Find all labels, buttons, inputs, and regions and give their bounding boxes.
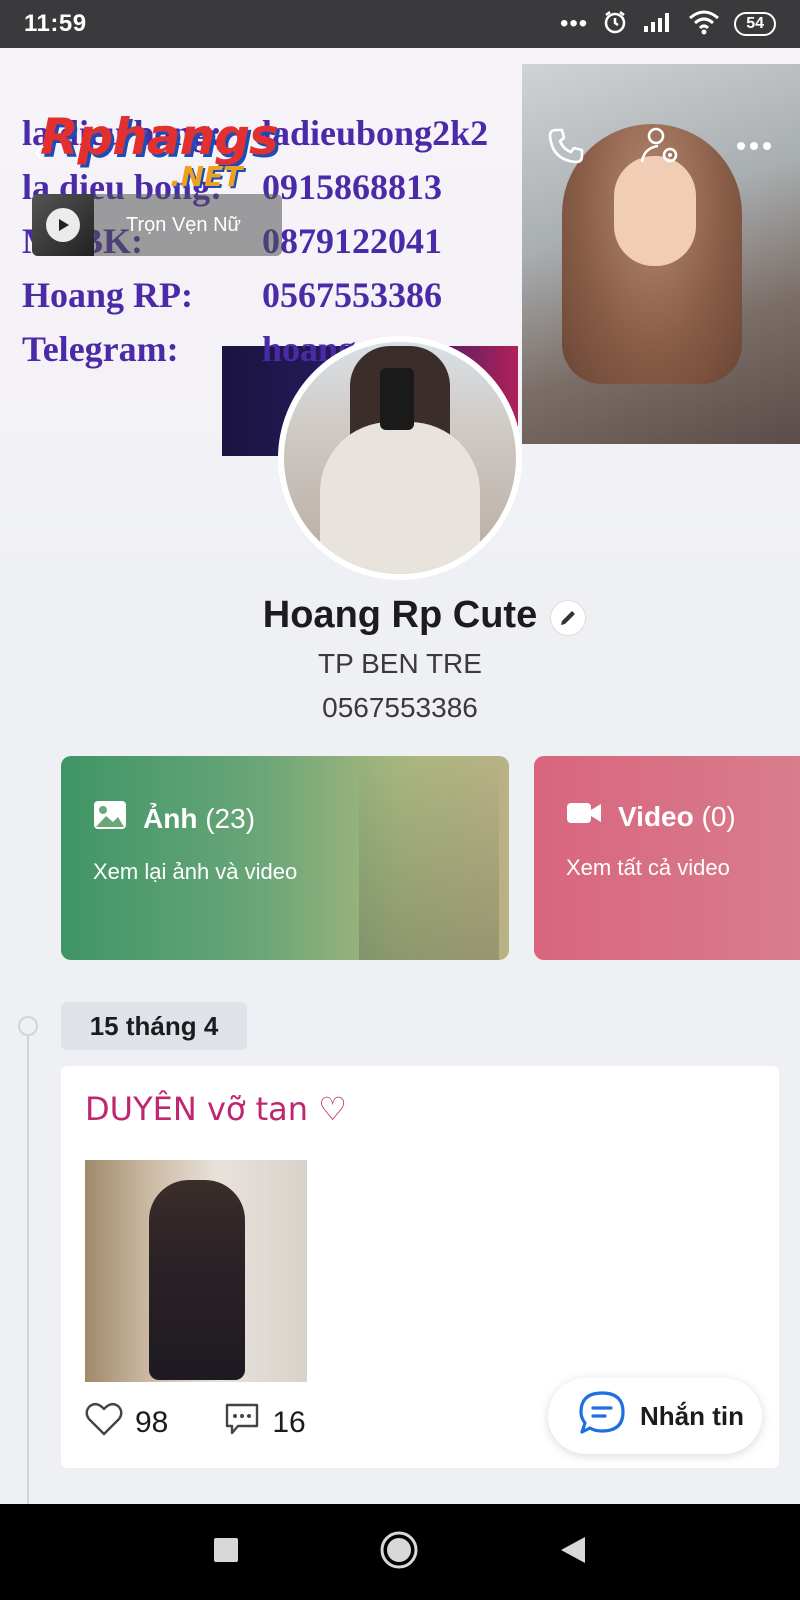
like-button[interactable]: 98 xyxy=(85,1402,168,1444)
status-time: 11:59 xyxy=(24,10,87,37)
status-bar: 11:59 ••• 54 xyxy=(0,0,800,48)
message-button-label: Nhắn tin xyxy=(640,1400,744,1431)
back-icon[interactable] xyxy=(559,1535,587,1570)
cover-line-key: Hoang RP: xyxy=(22,275,193,315)
music-thumbnail xyxy=(32,194,94,256)
header-actions xyxy=(542,122,778,170)
profile-name: Hoang Rp Cute xyxy=(262,594,538,636)
back-arrow-icon[interactable]: ‹ xyxy=(34,132,45,171)
comment-count: 16 xyxy=(272,1406,306,1439)
recent-apps-icon[interactable] xyxy=(213,1537,239,1568)
edit-name-icon[interactable] xyxy=(550,600,586,636)
photos-count: (23) xyxy=(205,802,256,834)
play-icon[interactable] xyxy=(46,208,80,242)
signal-icon xyxy=(642,10,674,39)
wifi-icon xyxy=(688,9,720,40)
timeline-date: 15 tháng 4 xyxy=(61,1002,247,1050)
comment-icon xyxy=(224,1402,260,1444)
photos-label: Ảnh xyxy=(143,802,198,834)
music-title: Trọn Vẹn Nữ xyxy=(126,213,241,236)
watermark-logo: Rphangs xyxy=(40,108,279,166)
comment-button[interactable]: 16 xyxy=(224,1402,306,1444)
alarm-icon xyxy=(602,9,628,40)
cover-line-value: 0915868813 xyxy=(262,167,442,207)
avatar-photo xyxy=(284,342,516,574)
system-navigation-bar xyxy=(0,1504,800,1600)
profile-location: TP BEN TRE xyxy=(318,648,482,679)
phone-call-icon[interactable] xyxy=(542,122,590,170)
home-icon[interactable] xyxy=(379,1530,419,1575)
profile-avatar[interactable] xyxy=(278,336,522,580)
post-actions: 98 16 xyxy=(85,1402,362,1444)
watermark-logo-suffix: .NET xyxy=(170,160,243,193)
like-count: 98 xyxy=(135,1406,169,1439)
more-options-icon[interactable] xyxy=(730,122,778,170)
heart-icon xyxy=(85,1402,123,1444)
cover-line-key: Telegram: xyxy=(22,329,179,369)
cover-photo[interactable] xyxy=(522,64,800,444)
chat-bubble-icon xyxy=(578,1390,626,1443)
post-text: DUYÊN vỡ tan ♡ xyxy=(85,1090,347,1128)
profile-settings-icon[interactable] xyxy=(636,122,684,170)
videos-label: Video xyxy=(618,800,694,832)
profile-music-chip[interactable]: Trọn Vẹn Nữ xyxy=(32,194,282,256)
videos-subtitle: Xem tất cả video xyxy=(566,855,730,880)
videos-card[interactable]: Video (0) Xem tất cả video xyxy=(534,756,800,960)
profile-phone: 0567553386 xyxy=(322,692,478,723)
avatar-phone xyxy=(380,368,414,430)
photos-card-thumbnail xyxy=(359,756,499,960)
photos-card[interactable]: Ảnh (23) Xem lại ảnh và video xyxy=(61,756,509,960)
cover-line-value: 0567553386 xyxy=(262,275,442,315)
post-image[interactable] xyxy=(85,1160,307,1382)
videos-card-title: Video (0) xyxy=(566,800,800,833)
video-camera-icon xyxy=(566,800,602,833)
post-image-subject xyxy=(149,1180,245,1380)
timeline-dot xyxy=(18,1016,38,1036)
more-notifications-icon: ••• xyxy=(559,10,589,37)
videos-count: (0) xyxy=(701,800,736,832)
avatar-body xyxy=(320,422,480,574)
message-button[interactable]: Nhắn tin xyxy=(548,1378,762,1454)
cover-line: Hoang RP: 0567553386 xyxy=(22,268,522,322)
cover-line-value: 0879122041 xyxy=(262,221,442,261)
image-icon xyxy=(93,800,127,837)
battery-indicator: 54 xyxy=(734,12,776,36)
cover-line-value: ladieubong2k2 xyxy=(262,113,489,153)
status-icons: ••• 54 xyxy=(560,9,776,40)
cover-photo-face xyxy=(614,156,696,266)
timeline-line xyxy=(27,1024,29,1504)
